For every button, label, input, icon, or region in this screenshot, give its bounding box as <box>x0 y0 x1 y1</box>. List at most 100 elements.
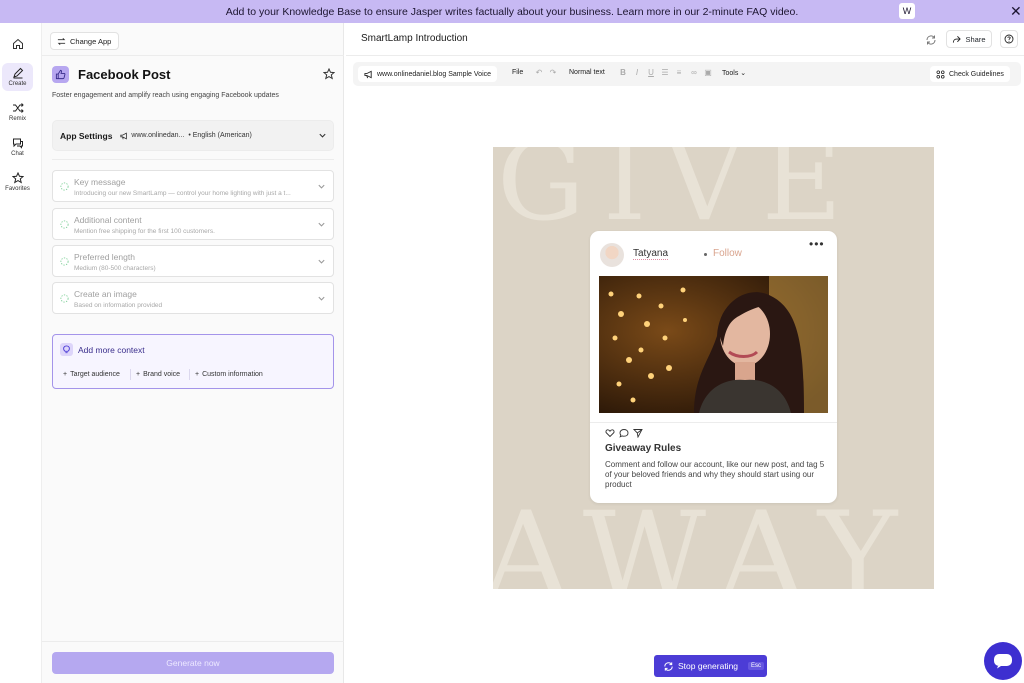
lightbulb-icon <box>60 343 73 356</box>
stop-label: Stop generating <box>678 661 739 671</box>
field-value: Medium (80-500 characters) <box>74 265 156 272</box>
rail-home[interactable] <box>2 30 33 58</box>
app-settings-title: App Settings <box>60 130 113 141</box>
plus-icon: + <box>195 371 200 378</box>
support-chat-button[interactable] <box>984 642 1022 680</box>
rail-create[interactable]: Create <box>2 63 33 91</box>
tools-menu[interactable]: Tools ⌄ <box>722 69 746 77</box>
editor-toolbar: www.onlinedaniel.blog Sample Voice File … <box>353 62 1021 86</box>
link-icon[interactable]: ∞ <box>689 68 699 78</box>
language-label: • English (American) <box>188 132 252 139</box>
chip-custom-information[interactable]: + Custom information <box>195 368 263 381</box>
app-panel: Change App Facebook Post Foster engageme… <box>42 23 344 683</box>
chevron-down-icon <box>319 133 326 138</box>
tools-label: Tools <box>722 70 739 77</box>
generated-post-image[interactable]: GIVE AWAY Tatyana Follow ••• Giveaway Ru… <box>493 147 934 589</box>
share-label: Share <box>965 34 986 44</box>
chat-widget-icon <box>994 654 1012 669</box>
rail-label: Remix <box>8 116 26 122</box>
underline-icon[interactable]: U <box>646 68 656 78</box>
knowledge-base-banner: Add to your Knowledge Base to ensure Jas… <box>0 0 1024 23</box>
banner-text: Add to your Knowledge Base to ensure Jas… <box>225 5 799 18</box>
field-value: Mention free shipping for the first 100 … <box>74 228 215 235</box>
voice-label: www.onlinedan... <box>131 132 185 139</box>
guidelines-icon <box>936 69 945 79</box>
share-button[interactable]: Share <box>946 30 992 48</box>
spinner-icon <box>664 661 673 671</box>
undo-icon[interactable]: ↶ <box>534 68 544 78</box>
more-options-icon: ••• <box>809 237 825 251</box>
sync-icon[interactable] <box>925 34 937 46</box>
heart-icon <box>605 429 615 438</box>
favorite-star-icon[interactable] <box>323 68 335 80</box>
change-app-button[interactable]: Change App <box>50 32 120 50</box>
comment-icon <box>619 429 629 438</box>
loading-spinner-icon <box>60 294 69 303</box>
field-label: Create an image <box>74 289 137 299</box>
loading-spinner-icon <box>60 182 69 191</box>
chip-brand-voice[interactable]: + Brand voice <box>136 368 180 381</box>
divider <box>42 641 344 642</box>
shuffle-icon <box>12 103 24 113</box>
rail-remix[interactable]: Remix <box>2 98 33 126</box>
bold-icon[interactable]: B <box>618 68 628 78</box>
voice-selector-button[interactable]: www.onlinedaniel.blog Sample Voice <box>358 66 498 82</box>
chip-target-audience[interactable]: + Target audience <box>63 368 120 381</box>
redo-icon[interactable]: ↷ <box>548 68 558 78</box>
divider <box>130 369 131 380</box>
chevron-down-icon: ⌄ <box>740 70 747 77</box>
file-menu[interactable]: File <box>512 69 523 76</box>
bullet-list-icon[interactable]: ☰ <box>660 68 670 78</box>
key-message-field[interactable]: Key message Introducing our new SmartLam… <box>52 170 334 202</box>
share-icon <box>953 35 962 43</box>
rail-label: Create <box>8 81 27 87</box>
follow-label: Follow <box>713 248 742 259</box>
divider <box>346 55 1024 56</box>
divider <box>42 55 344 56</box>
chip-label: Target audience <box>70 371 120 378</box>
rail-label: Favorites <box>5 186 30 192</box>
field-label: Key message <box>74 177 126 187</box>
home-icon <box>12 38 23 49</box>
help-button[interactable] <box>1000 30 1018 48</box>
image-icon[interactable]: ▣ <box>703 68 713 78</box>
divider <box>52 159 334 160</box>
italic-icon[interactable]: I <box>632 68 642 78</box>
esc-shortcut-badge: Esc <box>748 662 765 670</box>
megaphone-icon <box>120 132 128 139</box>
chevron-down-icon <box>318 259 325 264</box>
text-style-select[interactable]: Normal text <box>569 69 605 76</box>
add-context-box: Add more context + Target audience + Bra… <box>52 334 334 389</box>
swap-icon <box>57 37 66 45</box>
chip-label: Custom information <box>202 371 263 378</box>
add-context-title[interactable]: Add more context <box>78 345 145 355</box>
plus-icon: + <box>136 371 141 378</box>
voice-selector: www.onlinedan... <box>120 132 184 140</box>
megaphone-icon <box>364 70 372 78</box>
app-title: Facebook Post <box>78 67 171 82</box>
pen-icon <box>12 67 23 79</box>
close-icon[interactable]: ✕ <box>1010 3 1024 19</box>
rail-favorites[interactable]: Favorites <box>2 168 33 196</box>
loading-spinner-icon <box>60 257 69 266</box>
create-image-field[interactable]: Create an image Based on information pro… <box>52 282 334 314</box>
field-value: Based on information provided <box>74 302 163 309</box>
additional-content-field[interactable]: Additional content Mention free shipping… <box>52 208 334 240</box>
post-body: Comment and follow our account, like our… <box>605 460 825 489</box>
divider <box>590 422 837 423</box>
check-guidelines-button[interactable]: Check Guidelines <box>930 66 1010 82</box>
star-icon <box>11 172 24 184</box>
generate-now-button[interactable]: Generate now <box>52 652 334 674</box>
post-actions <box>605 428 643 438</box>
preferred-length-field[interactable]: Preferred length Medium (80-500 characte… <box>52 245 334 277</box>
stop-generating-button[interactable]: Stop generating Esc <box>654 655 767 677</box>
rail-chat[interactable]: Chat <box>2 133 33 161</box>
numbered-list-icon[interactable]: ≡ <box>674 68 684 78</box>
banner-action-button[interactable]: W <box>899 3 915 19</box>
document-title[interactable]: SmartLamp Introduction <box>361 33 468 44</box>
thumbs-up-icon <box>52 66 69 83</box>
chip-label: Brand voice <box>143 371 181 378</box>
app-settings-dropdown[interactable]: App Settings www.onlinedan... • English … <box>52 120 334 151</box>
chat-icon <box>12 138 23 149</box>
avatar <box>600 243 624 267</box>
